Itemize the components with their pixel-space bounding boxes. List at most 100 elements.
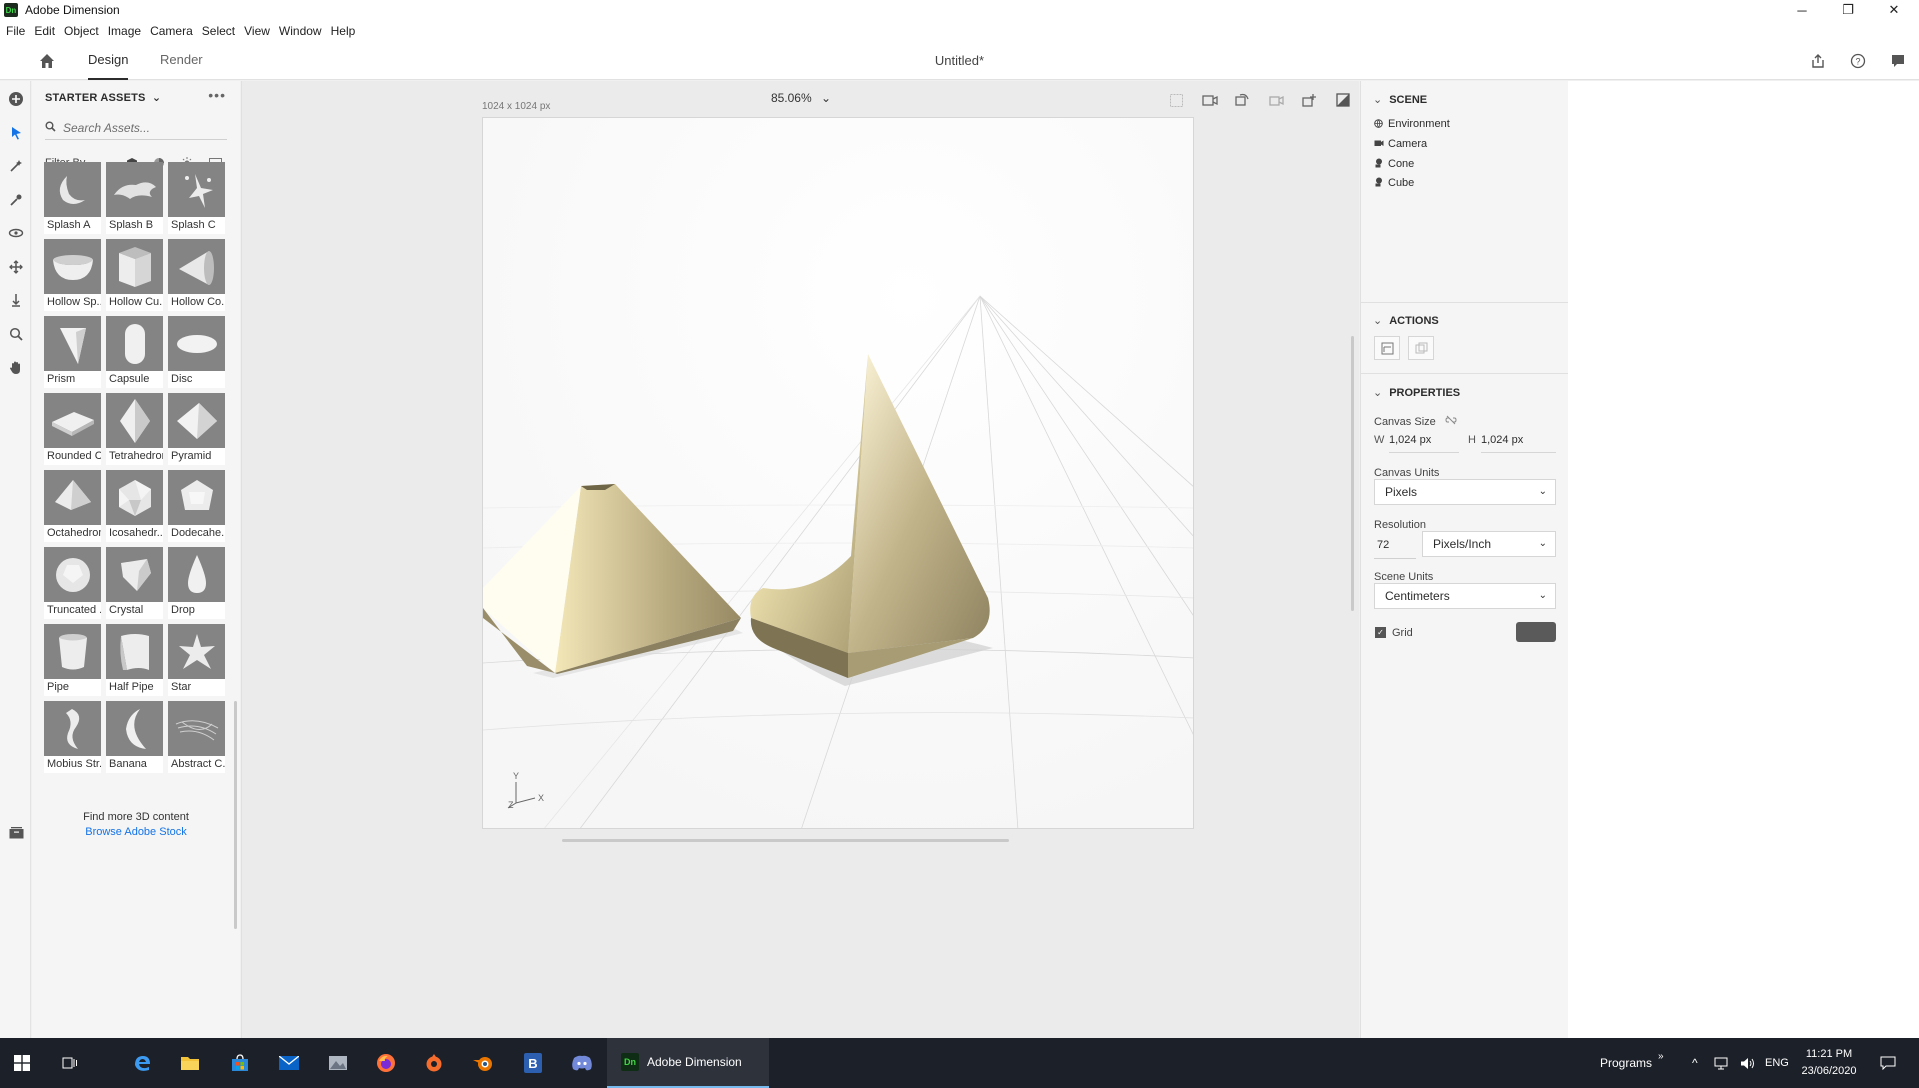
volume-icon[interactable] (1740, 1038, 1756, 1088)
grid-color-swatch[interactable] (1516, 622, 1556, 642)
add-content-icon[interactable] (5, 88, 27, 110)
resolution-field[interactable]: 72 (1374, 533, 1416, 559)
magic-wand-icon[interactable] (5, 155, 27, 177)
dolly-icon[interactable] (5, 289, 27, 311)
system-clock[interactable]: 11:21 PM 23/06/2020 (1795, 1046, 1863, 1080)
grid-checkbox[interactable]: ✓ (1375, 627, 1386, 638)
scene-item-cube[interactable]: Cube (1374, 177, 1414, 189)
asset-tile[interactable]: Pipe (44, 624, 101, 696)
firefox-icon[interactable] (374, 1051, 398, 1075)
share-icon[interactable] (1808, 51, 1828, 71)
assets-header[interactable]: STARTER ASSETS ⌄ (45, 91, 161, 104)
menu-help[interactable]: Help (331, 24, 356, 38)
asset-tile[interactable]: Pyramid (168, 393, 225, 465)
photos-icon[interactable] (326, 1051, 350, 1075)
menu-view[interactable]: View (244, 24, 270, 38)
menu-select[interactable]: Select (202, 24, 235, 38)
asset-tile[interactable]: Mobius Str... (44, 701, 101, 773)
bracket-app-icon[interactable]: B (521, 1051, 545, 1075)
browse-adobe-stock-link[interactable]: Browse Adobe Stock (32, 826, 240, 838)
asset-tile[interactable]: Half Pipe (106, 624, 163, 696)
search-assets-field[interactable]: Search Assets... (45, 116, 227, 140)
asset-tile[interactable]: Abstract C... (168, 701, 225, 773)
properties-section-header[interactable]: ⌄ PROPERTIES (1373, 386, 1460, 399)
taskbar-adobe-dimension[interactable]: Dn Adobe Dimension (607, 1038, 769, 1088)
asset-tile[interactable]: Disc (168, 316, 225, 388)
height-field[interactable]: 1,024 px (1481, 434, 1556, 453)
asset-tile[interactable]: Splash A (44, 162, 101, 234)
asset-tile[interactable]: Icosahedr... (106, 470, 163, 542)
close-button[interactable]: ✕ (1874, 0, 1914, 20)
horizontal-scrollbar[interactable] (562, 839, 1009, 842)
sampler-icon[interactable] (5, 189, 27, 211)
file-explorer-icon[interactable] (178, 1051, 202, 1075)
asset-tile[interactable]: Hollow Co... (168, 239, 225, 311)
menu-image[interactable]: Image (108, 24, 141, 38)
match-image-icon[interactable] (1408, 336, 1434, 360)
actions-section-header[interactable]: ⌄ ACTIONS (1373, 314, 1439, 327)
camera-frame-icon[interactable] (1200, 91, 1220, 109)
asset-tile[interactable]: Drop (168, 547, 225, 619)
edge-browser-icon[interactable] (130, 1051, 154, 1075)
notifications-icon[interactable] (1880, 1038, 1896, 1088)
home-icon[interactable] (38, 52, 56, 70)
origin-icon[interactable] (422, 1051, 446, 1075)
mail-icon[interactable] (277, 1051, 301, 1075)
asset-tile[interactable]: Dodecahe... (168, 470, 225, 542)
asset-tile[interactable]: Hollow Cu... (106, 239, 163, 311)
discord-icon[interactable] (570, 1051, 594, 1075)
tab-render[interactable]: Render (160, 42, 203, 80)
zoom-icon[interactable] (5, 323, 27, 345)
render-preview-icon[interactable] (1333, 91, 1353, 109)
fit-canvas-icon[interactable] (1374, 336, 1400, 360)
asset-tile[interactable]: Crystal (106, 547, 163, 619)
menu-object[interactable]: Object (64, 24, 99, 38)
canvas-units-dropdown[interactable]: Pixels ⌄ (1374, 479, 1556, 505)
programs-toolbar[interactable]: Programs » (1600, 1038, 1664, 1088)
scene-units-dropdown[interactable]: Centimeters ⌄ (1374, 583, 1556, 609)
scene-item-environment[interactable]: Environment (1374, 118, 1450, 130)
menu-camera[interactable]: Camera (150, 24, 193, 38)
asset-tile[interactable]: Banana (106, 701, 163, 773)
canvas-viewport[interactable]: Y X Z (482, 117, 1194, 829)
camera-bookmark-icon[interactable] (1299, 91, 1319, 109)
scene-item-camera[interactable]: Camera (1374, 138, 1427, 150)
scene-section-header[interactable]: ⌄ SCENE (1373, 93, 1427, 106)
minimize-button[interactable]: ─ (1782, 0, 1822, 20)
store-icon[interactable] (228, 1051, 252, 1075)
asset-tile[interactable]: Octahedron (44, 470, 101, 542)
orbit-camera-icon[interactable] (1232, 91, 1252, 109)
assets-scrollbar[interactable] (234, 701, 237, 929)
resolution-units-dropdown[interactable]: Pixels/Inch ⌄ (1422, 531, 1556, 557)
asset-tile[interactable]: Tetrahedron (106, 393, 163, 465)
width-field[interactable]: 1,024 px (1389, 434, 1459, 453)
asset-tile[interactable]: Hollow Sp... (44, 239, 101, 311)
zoom-value[interactable]: 85.06% (771, 91, 812, 105)
asset-tile[interactable]: Star (168, 624, 225, 696)
select-tool-icon[interactable] (5, 122, 27, 144)
pan-icon[interactable] (5, 256, 27, 278)
blender-icon[interactable] (471, 1051, 495, 1075)
undo-camera-icon[interactable] (1266, 91, 1286, 109)
help-icon[interactable]: ? (1848, 51, 1868, 71)
asset-tile[interactable]: Splash B (106, 162, 163, 234)
asset-tile[interactable]: Rounded C... (44, 393, 101, 465)
menu-window[interactable]: Window (279, 24, 322, 38)
more-options-icon[interactable]: ••• (208, 87, 226, 103)
menu-edit[interactable]: Edit (34, 24, 55, 38)
link-icon[interactable] (1445, 415, 1457, 428)
frame-icon[interactable] (1166, 91, 1186, 109)
asset-tile[interactable]: Splash C (168, 162, 225, 234)
maximize-button[interactable]: ❐ (1828, 0, 1868, 20)
vertical-scrollbar[interactable] (1351, 336, 1354, 611)
show-hidden-icons-icon[interactable]: ^ (1692, 1038, 1698, 1088)
library-icon[interactable] (6, 824, 26, 842)
feedback-icon[interactable] (1888, 51, 1908, 71)
menu-file[interactable]: File (6, 24, 25, 38)
language-indicator[interactable]: ENG (1765, 1038, 1789, 1088)
hand-icon[interactable] (5, 356, 27, 378)
orbit-icon[interactable] (5, 222, 27, 244)
chevron-down-icon[interactable]: ⌄ (821, 91, 831, 105)
scene-item-cone[interactable]: Cone (1374, 158, 1414, 170)
task-view-icon[interactable] (58, 1051, 82, 1075)
